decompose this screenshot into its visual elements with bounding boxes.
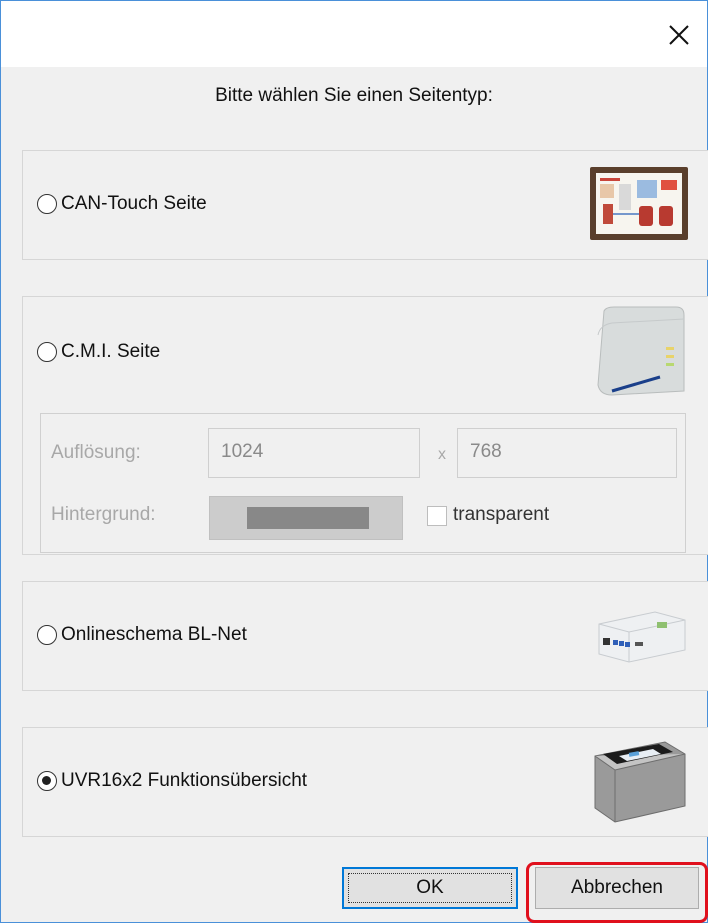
radio-button[interactable]: [37, 771, 57, 791]
option-group-cmi: C.M.I. Seite Auflösung: 1024 x 768 Hinte…: [22, 296, 708, 555]
resolution-width-field[interactable]: 1024: [208, 428, 420, 478]
close-icon[interactable]: [657, 13, 701, 57]
option-group-blnet: Onlineschema BL-Net: [22, 581, 708, 691]
dialog-prompt: Bitte wählen Sie einen Seitentyp:: [215, 85, 493, 106]
ok-button[interactable]: OK: [342, 867, 518, 909]
radio-cmi[interactable]: C.M.I. Seite: [37, 341, 160, 363]
cancel-highlight-marker: [526, 862, 708, 923]
transparent-checkbox[interactable]: [427, 506, 447, 526]
cmi-device-icon: [597, 306, 685, 396]
blnet-device-icon: [598, 611, 686, 663]
uvr16x2-device-icon: [594, 741, 686, 823]
cmi-settings-group: Auflösung: 1024 x 768 Hintergrund: trans…: [40, 413, 686, 553]
can-touch-device-icon: [590, 167, 688, 240]
radio-button[interactable]: [37, 625, 57, 645]
page-type-dialog: Bitte wählen Sie einen Seitentyp: CAN-To…: [0, 0, 708, 923]
resolution-height-field[interactable]: 768: [457, 428, 677, 478]
radio-uvr16x2[interactable]: UVR16x2 Funktionsübersicht: [37, 770, 307, 792]
radio-can-touch[interactable]: CAN-Touch Seite: [37, 193, 207, 215]
transparent-label: transparent: [453, 504, 550, 525]
radio-label: C.M.I. Seite: [61, 341, 161, 362]
resolution-separator: x: [438, 446, 446, 463]
resolution-label: Auflösung:: [51, 442, 141, 463]
option-group-uvr16x2: UVR16x2 Funktionsübersicht: [22, 727, 708, 837]
radio-label: CAN-Touch Seite: [61, 193, 207, 214]
background-label: Hintergrund:: [51, 504, 156, 525]
ok-button-label: OK: [416, 877, 444, 898]
option-group-can-touch: CAN-Touch Seite: [22, 150, 708, 260]
background-color-swatch: [247, 507, 369, 529]
radio-label: UVR16x2 Funktionsübersicht: [61, 770, 308, 791]
radio-button[interactable]: [37, 194, 57, 214]
radio-label: Onlineschema BL-Net: [61, 624, 247, 645]
radio-button[interactable]: [37, 342, 57, 362]
radio-blnet[interactable]: Onlineschema BL-Net: [37, 624, 247, 646]
title-bar: [1, 1, 707, 67]
background-color-button[interactable]: [209, 496, 403, 540]
